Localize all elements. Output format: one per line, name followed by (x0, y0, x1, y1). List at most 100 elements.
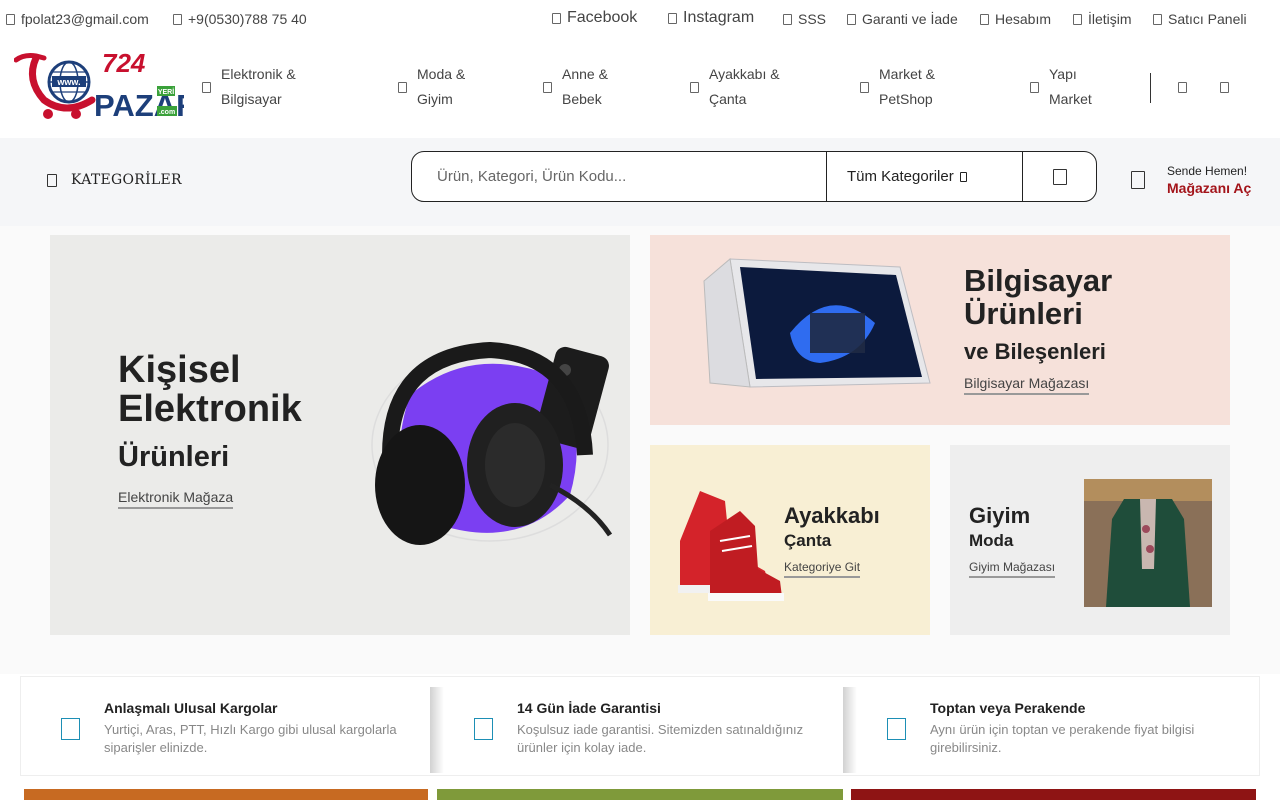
store-line2: Mağazanı Aç (1167, 180, 1252, 196)
svg-text:YERİ: YERİ (158, 88, 174, 96)
feature-shipping: Anlaşmalı Ulusal Kargolar Yurtiçi, Aras,… (21, 677, 444, 777)
promo-computer[interactable]: Bilgisayar Ürünleri ve Bileşenleri Bilgi… (650, 235, 1230, 425)
promo-shoes-title: Ayakkabı (784, 503, 880, 528)
feature-wholesale: Toptan veya Perakende Aynı ürün için top… (847, 677, 1260, 777)
promo-electronics[interactable]: Kişisel Elektronik Ürünleri Elektronik M… (50, 235, 630, 635)
laptop-image (703, 258, 931, 388)
contact-link[interactable]: İletişim (1073, 11, 1132, 27)
mail-icon (6, 13, 15, 25)
warranty-link[interactable]: Garanti ve İade (847, 11, 958, 27)
nav-electronics[interactable]: Elektronik & Bilgisayar (202, 62, 296, 112)
chat-icon (1073, 13, 1082, 25)
chevron-down-icon (959, 171, 967, 182)
nav-shoes-bags-label: Ayakkabı & Çanta (709, 66, 780, 107)
nav-electronics-label: Elektronik & Bilgisayar (221, 66, 296, 107)
seller-panel-link[interactable]: Satıcı Paneli (1153, 11, 1247, 27)
site-logo[interactable]: www. 724 PAZAR YERİ .com (13, 48, 198, 126)
baby-icon (543, 81, 552, 93)
svg-text:.com: .com (159, 109, 175, 116)
shirt-icon (398, 81, 407, 93)
account-link[interactable]: Hesabım (980, 11, 1051, 27)
feature-wholesale-title: Toptan veya Perakende (930, 700, 1086, 716)
nav-mother-baby[interactable]: Anne & Bebek (543, 62, 608, 112)
open-store-link[interactable]: Sende Hemen! Mağazanı Aç (1131, 164, 1251, 196)
header-divider (1150, 73, 1151, 103)
truck-icon (61, 718, 80, 740)
features-box: Anlaşmalı Ulusal Kargolar Yurtiçi, Aras,… (20, 676, 1260, 776)
return-icon (474, 718, 493, 740)
nav-hardware[interactable]: Yapı Market (1030, 62, 1092, 112)
seller-panel-label: Satıcı Paneli (1168, 11, 1247, 27)
search-input[interactable] (412, 152, 826, 201)
phone-link[interactable]: +9(0530)788 75 40 (173, 11, 307, 27)
shield-icon (847, 13, 856, 25)
promo-shoes-subtitle: Çanta (784, 531, 832, 550)
contact-label: İletişim (1088, 11, 1132, 27)
email-text: fpolat23@gmail.com (21, 11, 149, 27)
menu-icon (47, 173, 57, 187)
store-icon (1131, 171, 1145, 189)
basket-icon (860, 81, 869, 93)
feature-return-title: 14 Gün İade Garantisi (517, 700, 661, 716)
nav-market-petshop-label: Market & PetShop (879, 66, 936, 107)
shoe-icon (690, 81, 699, 93)
promo-shoes[interactable]: Ayakkabı Çanta Kategoriye Git (650, 445, 930, 635)
nav-shoes-bags[interactable]: Ayakkabı & Çanta (690, 62, 780, 112)
promo-computer-subtitle: ve Bileşenleri (964, 339, 1106, 364)
tools-icon (1030, 81, 1039, 93)
feature-shipping-title: Anlaşmalı Ulusal Kargolar (104, 700, 278, 716)
promo-electronics-link[interactable]: Elektronik Mağaza (118, 489, 234, 509)
promo-shoes-link[interactable]: Kategoriye Git (784, 560, 861, 578)
box-icon (887, 718, 906, 740)
promo-clothing[interactable]: Giyim Moda Giyim Mağazası (950, 445, 1230, 635)
heart-icon[interactable] (1178, 82, 1187, 93)
nav-fashion[interactable]: Moda & Giyim (398, 62, 465, 112)
nav-market-petshop[interactable]: Market & PetShop (860, 62, 935, 112)
store-icon (1153, 13, 1162, 25)
warranty-label: Garanti ve İade (862, 11, 958, 27)
search-band: KATEGORİLER Tüm Kategoriler Sende Hemen!… (0, 138, 1280, 226)
categories-menu-button[interactable]: KATEGORİLER (47, 172, 182, 188)
facebook-link[interactable]: Facebook (552, 9, 637, 27)
feature-shipping-desc: Yurtiçi, Aras, PTT, Hızlı Kargo gibi ulu… (104, 722, 397, 755)
phone-text: +9(0530)788 75 40 (188, 11, 307, 27)
bottom-banner-1[interactable] (24, 789, 428, 800)
promo-clothing-link[interactable]: Giyim Mağazası (969, 560, 1056, 578)
promo-computer-link[interactable]: Bilgisayar Mağazası (964, 375, 1090, 395)
features-section: Anlaşmalı Ulusal Kargolar Yurtiçi, Aras,… (0, 674, 1280, 784)
store-line1: Sende Hemen! (1167, 164, 1248, 178)
email-link[interactable]: fpolat23@gmail.com (6, 11, 149, 27)
promo-clothing-subtitle: Moda (969, 531, 1014, 550)
faq-link[interactable]: SSS (783, 11, 826, 27)
phone-icon (173, 13, 182, 25)
feature-wholesale-desc: Aynı ürün için toptan ve perakende fiyat… (930, 722, 1195, 755)
search-icon (1053, 168, 1067, 185)
promo-electronics-title1: Kişisel (118, 349, 241, 391)
search-button[interactable] (1023, 152, 1096, 201)
laptop-icon (202, 81, 211, 93)
bottom-banner-2[interactable] (437, 789, 843, 800)
nav-fashion-label: Moda & Giyim (417, 66, 466, 107)
faq-label: SSS (798, 11, 827, 27)
promo-computer-title1: Bilgisayar (964, 263, 1113, 298)
main-header: www. 724 PAZAR YERİ .com Elektronik & Bi… (0, 38, 1280, 138)
feature-return: 14 Gün İade Garantisi Koşulsuz iade gara… (434, 677, 857, 777)
instagram-link[interactable]: Instagram (668, 9, 754, 27)
svg-text:724: 724 (102, 50, 146, 78)
instagram-icon (668, 12, 677, 24)
nav-mother-baby-label: Anne & Bebek (562, 66, 608, 107)
sneakers-image (678, 491, 784, 601)
category-select[interactable]: Tüm Kategoriler (826, 152, 1023, 201)
bottom-banner-3[interactable] (851, 789, 1256, 800)
facebook-icon (552, 12, 561, 24)
top-bar: fpolat23@gmail.com +9(0530)788 75 40 Fac… (0, 0, 1280, 38)
feature-return-desc: Koşulsuz iade garantisi. Sitemizden satı… (517, 722, 804, 755)
promo-section: Kişisel Elektronik Ürünleri Elektronik M… (0, 226, 1280, 674)
facebook-label: Facebook (567, 9, 638, 26)
promo-computer-title2: Ürünleri (964, 296, 1083, 331)
user-icon (980, 13, 989, 25)
jacket-image (1084, 479, 1212, 607)
search-form: Tüm Kategoriler (411, 151, 1097, 202)
help-icon (783, 13, 792, 25)
cart-icon[interactable] (1220, 82, 1229, 93)
